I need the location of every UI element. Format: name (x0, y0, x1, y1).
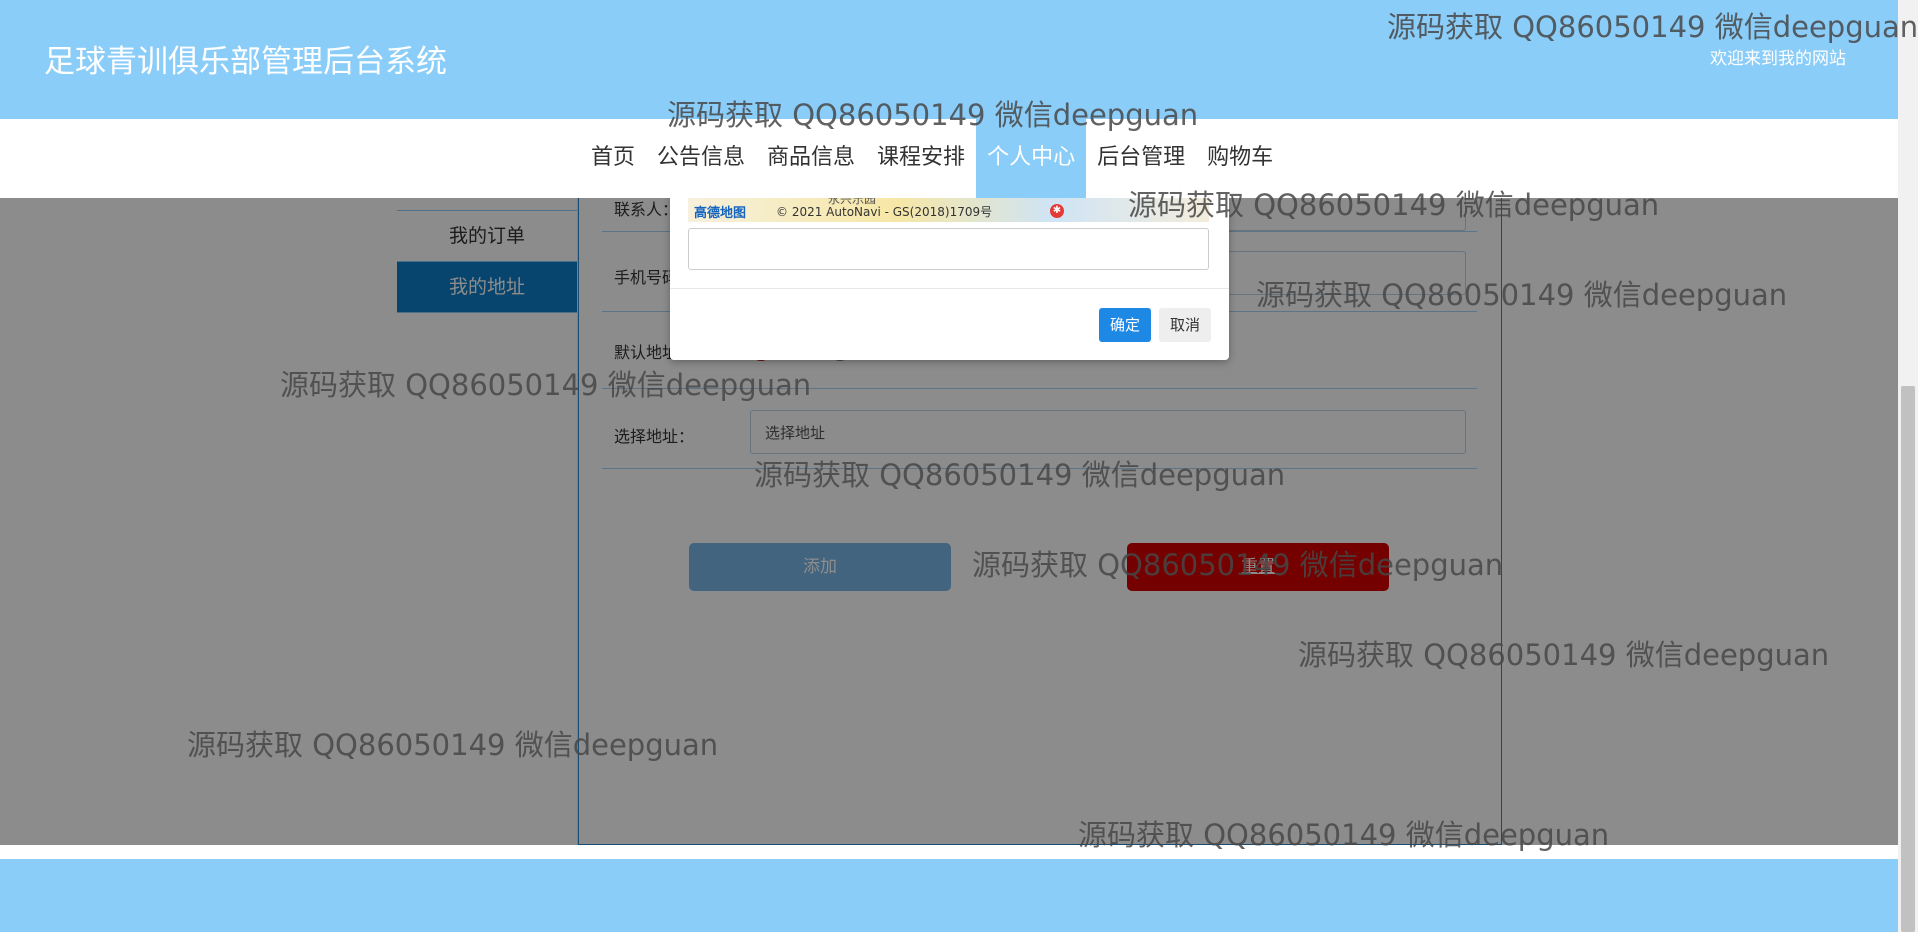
site-title: 足球青训俱乐部管理后台系统 (44, 44, 447, 80)
nav-item-notices[interactable]: 公告信息 (646, 119, 756, 198)
map-place-label: 永兴乐园 (828, 198, 877, 206)
scrollbar-thumb[interactable] (1901, 386, 1915, 932)
nav-item-products[interactable]: 商品信息 (756, 119, 866, 198)
nav-item-admin[interactable]: 后台管理 (1086, 119, 1196, 198)
map-pin-icon: ✱ (1050, 204, 1064, 218)
main-navbar: 首页 公告信息 商品信息 课程安排 个人中心 后台管理 购物车 (0, 119, 1898, 198)
nav-item-schedule[interactable]: 课程安排 (866, 119, 976, 198)
nav-item-personal-center[interactable]: 个人中心 (976, 119, 1087, 198)
map-view[interactable]: 高德地图 © 2021 AutoNavi - GS(2018)1709号 永兴乐… (688, 198, 1209, 222)
dialog-divider (670, 288, 1229, 289)
page-scrollbar[interactable] (1898, 0, 1918, 932)
map-logo: 高德地图 (694, 206, 747, 221)
map-copyright: © 2021 AutoNavi - GS(2018)1709号 (776, 205, 993, 219)
site-footer (0, 859, 1898, 932)
welcome-text: 欢迎来到我的网站 (1710, 49, 1846, 69)
nav-item-cart[interactable]: 购物车 (1196, 119, 1284, 198)
footer-gap (0, 845, 1898, 859)
map-search-input[interactable] (688, 228, 1209, 270)
confirm-button[interactable]: 确定 (1099, 308, 1151, 342)
nav-item-home[interactable]: 首页 (580, 119, 646, 198)
site-header: 足球青训俱乐部管理后台系统 欢迎来到我的网站 (0, 0, 1898, 119)
cancel-button[interactable]: 取消 (1159, 308, 1211, 342)
nav-menu: 首页 公告信息 商品信息 课程安排 个人中心 后台管理 购物车 (580, 119, 1284, 198)
